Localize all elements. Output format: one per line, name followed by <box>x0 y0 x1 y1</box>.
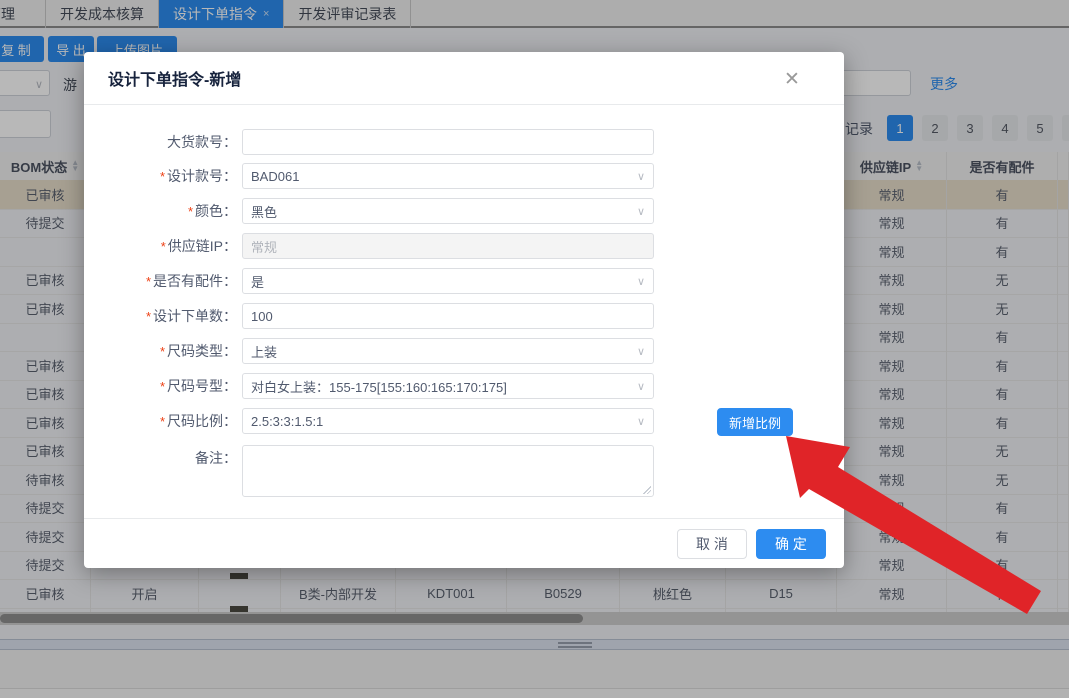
form-row-10: 备注： <box>84 445 844 497</box>
form-row-4: * 供应链IP： 常规 <box>84 233 844 259</box>
field-select-3[interactable]: 黑色 ∨ <box>242 198 654 224</box>
form-row-3: * 颜色： 黑色 ∨ <box>84 198 844 224</box>
field-value: 上装 <box>251 344 278 360</box>
field-value: 对白女上装：155-175[155:160:165:170:175] <box>251 379 507 395</box>
field-value: 100 <box>251 308 273 324</box>
resize-grip-icon[interactable] <box>643 486 651 494</box>
field-label: 大货款号： <box>167 134 237 150</box>
field-value: 2.5:3:3:1.5:1 <box>251 413 324 429</box>
field-label: * 尺码类型： <box>159 343 237 359</box>
required-asterisk: * <box>145 274 151 289</box>
chevron-down-icon: ∨ <box>636 415 645 428</box>
app-root: 管理开发成本核算设计下单指令×开发评审记录表 复 制 导 出 上传图片 ∨ 游 … <box>0 0 1069 698</box>
form-row-6: * 设计下单数： 100 <box>84 303 844 329</box>
field-label: * 尺码比例： <box>159 413 237 429</box>
field-select-2[interactable]: BAD061 ∨ <box>242 163 654 189</box>
field-label: * 尺码号型： <box>159 378 237 394</box>
required-asterisk: * <box>159 169 165 184</box>
cancel-button[interactable]: 取 消 <box>677 529 747 559</box>
required-asterisk: * <box>160 239 166 254</box>
field-label: * 颜色： <box>187 203 237 219</box>
field-input-6[interactable]: 100 <box>242 303 654 329</box>
required-asterisk: * <box>145 309 151 324</box>
field-select-9[interactable]: 2.5:3:3:1.5:1 ∨ <box>242 408 654 434</box>
field-label: * 设计款号： <box>159 168 237 184</box>
close-icon[interactable]: ✕ <box>781 68 803 90</box>
required-asterisk: * <box>159 379 165 394</box>
field-label: * 设计下单数： <box>145 308 237 324</box>
field-value: 黑色 <box>251 204 278 220</box>
field-textarea-10[interactable] <box>242 445 654 497</box>
confirm-button[interactable]: 确 定 <box>756 529 826 559</box>
form-row-7: * 尺码类型： 上装 ∨ <box>84 338 844 364</box>
add-ratio-button[interactable]: 新增比例 <box>717 408 793 436</box>
field-value: 常规 <box>251 239 278 255</box>
form-row-8: * 尺码号型： 对白女上装：155-175[155:160:165:170:175]… <box>84 373 844 399</box>
chevron-down-icon: ∨ <box>636 205 645 218</box>
form-row-5: * 是否有配件：是 ∨ <box>84 268 844 294</box>
form-row-1: 大货款号： <box>84 129 844 155</box>
field-select-5[interactable]: 是 ∨ <box>242 268 654 294</box>
field-select-8[interactable]: 对白女上装：155-175[155:160:165:170:175] ∨ <box>242 373 654 399</box>
field-input-4: 常规 <box>242 233 654 259</box>
chevron-down-icon: ∨ <box>636 170 645 183</box>
divider <box>84 104 844 105</box>
chevron-down-icon: ∨ <box>636 380 645 393</box>
field-value: BAD061 <box>251 168 300 184</box>
chevron-down-icon: ∨ <box>636 345 645 358</box>
divider <box>84 518 844 519</box>
field-select-7[interactable]: 上装 ∨ <box>242 338 654 364</box>
required-asterisk: * <box>187 204 193 219</box>
field-label: * 供应链IP： <box>160 238 237 254</box>
field-value: 是 <box>251 274 265 290</box>
field-label: 备注： <box>195 450 237 466</box>
required-asterisk: * <box>159 344 165 359</box>
required-asterisk: * <box>159 414 165 429</box>
modal-title: 设计下单指令-新增 <box>108 72 242 89</box>
chevron-down-icon: ∨ <box>636 275 645 288</box>
new-order-modal: 设计下单指令-新增 ✕ 大货款号： * 设计款号： BAD061 ∨ * 颜色： 黑色 ∨ * 供应… <box>84 52 844 568</box>
field-input-1[interactable] <box>242 129 654 155</box>
field-label: * 是否有配件： <box>145 273 237 289</box>
form-row-2: * 设计款号： BAD061 ∨ <box>84 163 844 189</box>
